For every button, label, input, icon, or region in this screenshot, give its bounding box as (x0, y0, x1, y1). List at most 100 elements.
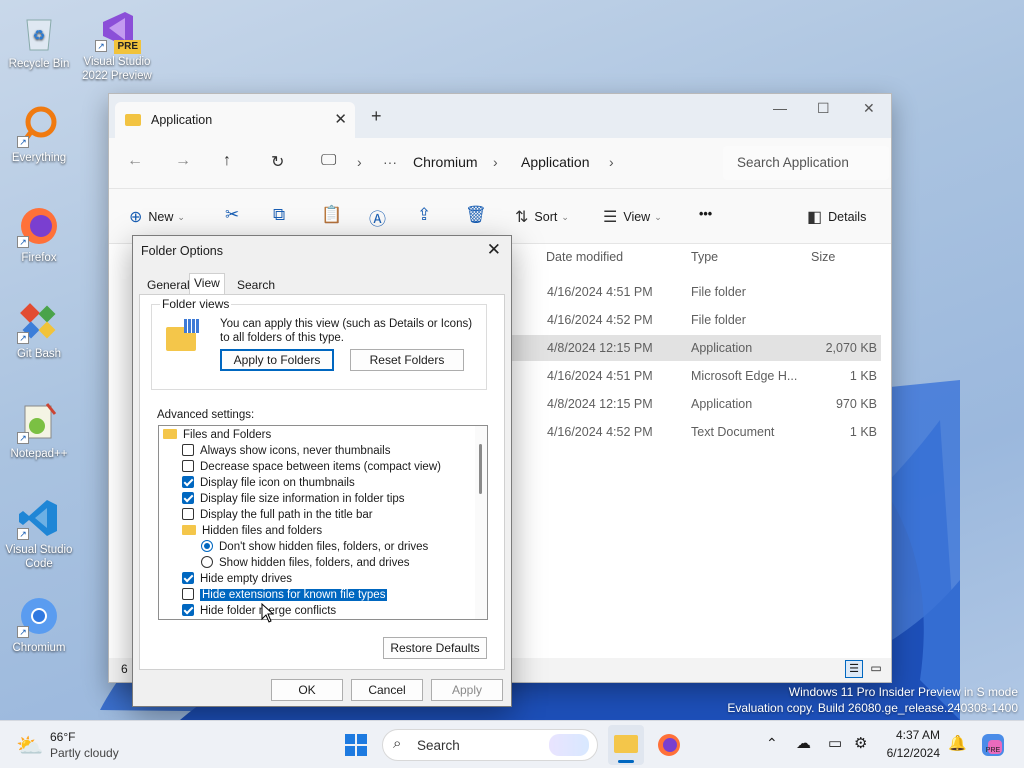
desktop-icon-notepad-plus-plus[interactable]: ↗ Notepad++ (1, 400, 77, 461)
accessibility-icon[interactable]: ⚙ (854, 734, 867, 752)
details-button[interactable]: ◧ Details (807, 207, 866, 227)
checkbox-checked[interactable] (182, 604, 194, 616)
copy-icon[interactable]: ⧉ (273, 205, 285, 225)
this-pc-icon[interactable]: 🖵 (321, 152, 336, 170)
share-icon[interactable]: ⇪ (417, 205, 431, 225)
desktop-icon-chromium[interactable]: ↗ Chromium (1, 594, 77, 655)
table-row[interactable]: 4/16/2024 4:52 PM Text Document 1 KB (509, 419, 881, 445)
tree-folder-files-and-folders: Files and Folders (163, 427, 271, 443)
setting-always-show-icons[interactable]: Always show icons, never thumbnails (182, 443, 390, 459)
weather-widget[interactable]: ⛅ 66°F Partly cloudy (14, 729, 144, 763)
setting-display-file-size[interactable]: Display file size information in folder … (182, 491, 405, 507)
ok-button[interactable]: OK (271, 679, 343, 701)
svg-text:♻: ♻ (33, 27, 46, 43)
breadcrumb-chromium[interactable]: Chromium (413, 154, 478, 170)
advanced-settings-tree[interactable]: Files and Folders Always show icons, nev… (158, 425, 488, 620)
setting-hide-merge-conflicts[interactable]: Hide folder merge conflicts (182, 603, 336, 619)
desktop-icon-visual-studio-code[interactable]: ↗ Visual Studio Code (1, 496, 77, 571)
setting-display-file-icon[interactable]: Display file icon on thumbnails (182, 475, 355, 491)
desktop-icon-git-bash[interactable]: ↗ Git Bash (1, 300, 77, 361)
setting-show-hidden[interactable]: Show hidden files, folders, and drives (201, 555, 410, 571)
close-tab-icon[interactable]: ✕ (334, 110, 347, 128)
tiles-view-icon[interactable]: ▭ (867, 660, 885, 678)
setting-hide-extensions[interactable]: Hide extensions for known file types (182, 587, 388, 603)
scrollbar-thumb[interactable] (479, 444, 482, 494)
checkbox[interactable] (182, 508, 194, 520)
breadcrumb-chevron-icon[interactable]: › (609, 154, 614, 170)
firefox-icon: ↗ (17, 204, 61, 248)
tab-view[interactable]: View (189, 273, 225, 295)
checkbox[interactable] (182, 460, 194, 472)
radio[interactable] (201, 556, 213, 568)
setting-hide-empty-drives[interactable]: Hide empty drives (182, 571, 292, 587)
checkbox-checked[interactable] (182, 476, 194, 488)
shortcut-arrow-icon: ↗ (17, 236, 29, 248)
table-row[interactable]: 4/8/2024 12:15 PM Application 2,070 KB (509, 335, 881, 361)
show-hidden-icons-chevron-icon[interactable]: ⌃ (766, 735, 778, 752)
display-icon[interactable]: ▭ (828, 734, 842, 752)
start-button[interactable] (344, 733, 368, 757)
taskbar-file-explorer[interactable] (608, 725, 644, 765)
setting-display-full-path[interactable]: Display the full path in the title bar (182, 507, 373, 523)
taskbar-firefox-icon[interactable] (656, 732, 682, 758)
table-row[interactable]: 4/16/2024 4:52 PM File folder (509, 307, 881, 333)
apply-button[interactable]: Apply (431, 679, 503, 701)
table-row[interactable]: 4/16/2024 4:51 PM Microsoft Edge H... 1 … (509, 363, 881, 389)
paste-icon[interactable]: 📋 (321, 205, 342, 225)
clock-date[interactable]: 6/12/2024 (872, 746, 940, 760)
desktop-icon-visual-studio-2022-preview[interactable]: PRE ↗ Visual Studio 2022 Preview (79, 8, 155, 83)
checkbox-checked[interactable] (182, 492, 194, 504)
tree-scrollbar[interactable] (475, 426, 487, 619)
column-date-modified[interactable]: Date modified (546, 250, 623, 264)
cancel-button[interactable]: Cancel (351, 679, 423, 701)
new-button[interactable]: ⊕ New ⌄ (129, 207, 185, 227)
setting-decrease-space[interactable]: Decrease space between items (compact vi… (182, 459, 441, 475)
details-view-icon[interactable]: ☰ (845, 660, 863, 678)
checkbox-checked[interactable] (182, 572, 194, 584)
minimize-icon[interactable]: — (773, 100, 787, 116)
search-input[interactable]: Search Application (723, 146, 889, 180)
network-disconnected-icon[interactable]: ☁ (796, 734, 811, 752)
clock-time[interactable]: 4:37 AM (882, 728, 940, 742)
maximize-icon[interactable]: ☐ (817, 100, 830, 117)
more-options-button[interactable]: ••• (699, 207, 712, 221)
radio-selected[interactable] (201, 540, 213, 552)
close-icon[interactable]: ✕ (487, 240, 501, 260)
table-row[interactable]: 4/8/2024 12:15 PM Application 970 KB (509, 391, 881, 417)
tab-search[interactable]: Search (233, 276, 279, 294)
table-row[interactable]: 4/16/2024 4:51 PM File folder (509, 279, 881, 305)
close-window-icon[interactable]: ✕ (863, 100, 875, 117)
delete-icon[interactable]: 🗑 (465, 205, 487, 225)
breadcrumb-application[interactable]: Application (521, 154, 590, 170)
desktop-icon-everything[interactable]: ↗ Everything (1, 104, 77, 165)
tab-general[interactable]: General (143, 276, 194, 294)
view-button[interactable]: ☰ View ⌄ (603, 207, 662, 227)
breadcrumb-overflow-icon[interactable]: ··· (383, 154, 397, 170)
column-type[interactable]: Type (691, 250, 718, 264)
checkbox[interactable] (182, 588, 194, 600)
copilot-icon[interactable]: PRE (980, 732, 1006, 758)
refresh-icon[interactable]: ↻ (271, 152, 284, 172)
address-bar: ← → ↑ ↻ 🖵 › ··· Chromium › Application ›… (109, 138, 891, 188)
reset-folders-button[interactable]: Reset Folders (350, 349, 464, 371)
apply-to-folders-button[interactable]: Apply to Folders (220, 349, 334, 371)
tab-application[interactable]: Application ✕ (115, 102, 355, 138)
restore-defaults-button[interactable]: Restore Defaults (383, 637, 487, 659)
taskbar-search[interactable]: ⌕ Search (382, 729, 598, 761)
column-size[interactable]: Size (811, 250, 835, 264)
cut-icon[interactable]: ✂ (225, 205, 239, 225)
checkbox[interactable] (182, 444, 194, 456)
up-arrow-icon[interactable]: ↑ (223, 152, 231, 170)
svg-text:PRE: PRE (986, 747, 1001, 754)
notification-bell-icon[interactable]: 🔔 (948, 734, 967, 752)
setting-dont-show-hidden[interactable]: Don't show hidden files, folders, or dri… (201, 539, 428, 555)
desktop-icon-recycle-bin[interactable]: ♻ Recycle Bin (1, 10, 77, 71)
desktop-icon-firefox[interactable]: ↗ Firefox (1, 204, 77, 265)
rename-icon[interactable]: Ⓐ (369, 205, 386, 230)
sort-button[interactable]: ⇅ Sort ⌄ (515, 207, 569, 227)
new-tab-button[interactable]: + (371, 106, 382, 127)
forward-arrow-icon[interactable]: → (175, 152, 191, 170)
file-explorer-icon (614, 735, 638, 753)
back-arrow-icon[interactable]: ← (127, 152, 143, 170)
visual-studio-icon: PRE ↗ (95, 8, 141, 54)
